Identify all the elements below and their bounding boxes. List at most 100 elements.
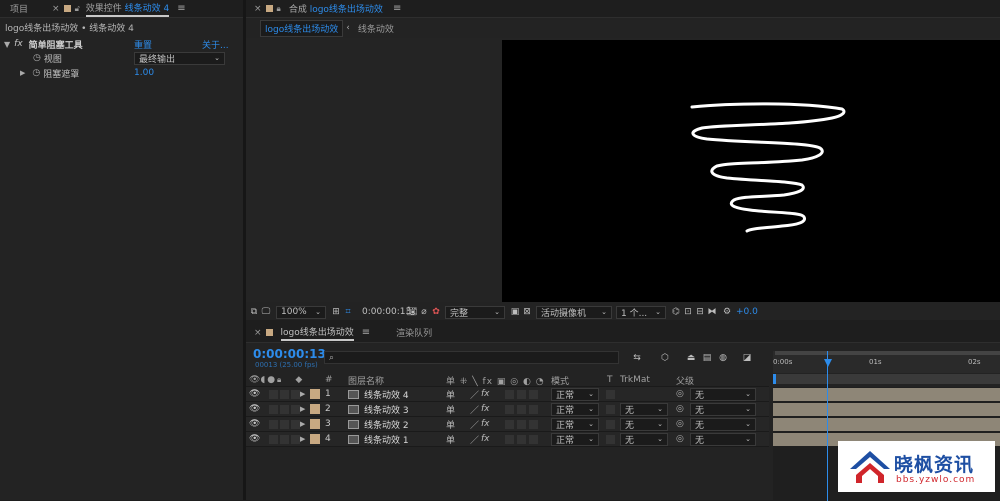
views-dropdown[interactable]: 1 个... ⌄ [616, 305, 666, 319]
switch-shy-icon[interactable]: 单 [446, 403, 455, 416]
eye-icon[interactable]: 👁︎ [249, 404, 260, 414]
switch-box[interactable] [517, 404, 526, 414]
transparency-grid-icon[interactable]: ⊠ [521, 306, 533, 318]
about-link[interactable]: 关于... [202, 38, 229, 51]
table-row[interactable]: 👁︎ ▶ 4 线条动效 1 单 ／ fx 正常 ⌄ 无 ⌄ ◎ 无 ⌄ [246, 432, 769, 447]
layer-icon[interactable]: ⊟ [694, 306, 706, 318]
trkmat-dropdown[interactable]: 无 ⌄ [620, 432, 668, 446]
solo-icon[interactable]: ● [267, 375, 275, 385]
close-icon[interactable]: × [254, 328, 262, 338]
switch-box[interactable] [529, 389, 538, 399]
subtab-comp-active[interactable]: logo线条出场动效 [260, 19, 344, 37]
audio-toggle[interactable] [269, 389, 279, 399]
timeline-timecode[interactable]: 0:00:00:13 [253, 347, 326, 361]
camera-dropdown[interactable]: 活动摄像机 ⌄ [536, 305, 612, 319]
tab-composition[interactable]: 合成 logo线条出场动效 [289, 2, 383, 15]
switch-quality-icon[interactable]: ／ [470, 403, 479, 416]
exposure-icon[interactable]: ⚙︎ [721, 306, 733, 318]
switch-shy-icon[interactable]: 单 [446, 388, 455, 401]
audio-icon[interactable]: ◖ [260, 375, 265, 385]
mode-dropdown[interactable]: 正常 ⌄ [551, 402, 599, 416]
parent-dropdown[interactable]: 无 ⌄ [690, 432, 756, 446]
preserve-transparency-toggle[interactable] [606, 434, 615, 444]
header-mode[interactable]: 模式 [551, 374, 569, 387]
table-row[interactable]: 👁︎ ▶ 1 线条动效 4 单 ／ fx 正常 ⌄ ◎ 无 ⌄ [246, 387, 769, 402]
switch-fx-icon[interactable]: fx [481, 419, 490, 429]
show-snapshot-icon[interactable]: ⌀ [418, 306, 430, 318]
pickwhip-icon[interactable]: ◎ [676, 434, 684, 444]
color-channels-icon[interactable]: ✿ [430, 306, 442, 318]
layer-bar-1[interactable] [773, 388, 1000, 401]
fx-icon[interactable]: fx [14, 39, 23, 49]
solo-toggle[interactable] [280, 389, 290, 399]
panel-menu-icon[interactable]: ≡ [393, 3, 401, 14]
switch-box[interactable] [529, 419, 538, 429]
current-time-indicator[interactable] [827, 351, 828, 501]
panel-menu-icon[interactable]: ≡ [362, 327, 370, 338]
label-icon[interactable]: ◆ [295, 375, 302, 385]
draft-3d-icon[interactable]: ⬡ [659, 352, 671, 364]
close-icon[interactable]: × [52, 4, 60, 14]
layer-name[interactable]: 线条动效 2 [364, 418, 409, 431]
solo-toggle[interactable] [280, 434, 290, 444]
panel-menu-icon[interactable]: ≡ [177, 3, 185, 14]
monitor-icon[interactable]: 🖵︎ [260, 306, 272, 318]
eye-icon[interactable]: 👁︎ [249, 389, 260, 399]
header-layer-name[interactable]: 图层名称 [348, 374, 384, 387]
switch-shy-icon[interactable]: 单 [446, 418, 455, 431]
mask-visibility-icon[interactable]: ⌗ [342, 306, 354, 318]
stopwatch-icon[interactable]: ◷ [33, 53, 41, 63]
switch-box[interactable] [529, 434, 538, 444]
search-input[interactable]: ⌕ [324, 351, 619, 364]
switch-box[interactable] [505, 434, 514, 444]
audio-toggle[interactable] [269, 419, 279, 429]
tab-render-queue[interactable]: 渲染队列 [396, 326, 432, 339]
disclosure-triangle-icon[interactable]: ▶ [300, 435, 305, 443]
chevron-left-icon[interactable]: ‹ [346, 23, 350, 33]
close-icon[interactable]: × [254, 4, 262, 14]
fast-previews-icon[interactable]: ▣ [509, 306, 521, 318]
layer-bar-3[interactable] [773, 418, 1000, 431]
label-color-swatch[interactable] [310, 389, 320, 399]
shy-layers-icon[interactable]: ⏏︎ [685, 352, 697, 364]
effect-name[interactable]: 简单阻塞工具 [29, 38, 83, 51]
reset-exposure-icon[interactable]: ⊡ [682, 306, 694, 318]
disclosure-triangle-icon[interactable]: ▼ [4, 40, 10, 49]
audio-toggle[interactable] [269, 404, 279, 414]
solo-toggle[interactable] [280, 404, 290, 414]
graph-editor-icon[interactable]: ◪ [741, 352, 753, 364]
table-row[interactable]: 👁︎ ▶ 3 线条动效 2 单 ／ fx 正常 ⌄ 无 ⌄ ◎ 无 ⌄ [246, 417, 769, 432]
trkmat-dropdown[interactable]: 无 ⌄ [620, 417, 668, 431]
timecode-field[interactable]: 0:00:00:13 [358, 305, 411, 319]
eye-icon[interactable]: 👁︎ [249, 434, 260, 444]
disclosure-triangle-icon[interactable]: ▶ [300, 390, 305, 398]
switch-box[interactable] [517, 389, 526, 399]
switch-box[interactable] [517, 419, 526, 429]
switch-fx-icon[interactable]: fx [481, 434, 490, 444]
preserve-transparency-toggle[interactable] [606, 419, 615, 429]
switch-quality-icon[interactable]: ／ [470, 433, 479, 446]
layer-name[interactable]: 线条动效 1 [364, 433, 409, 446]
switch-box[interactable] [505, 389, 514, 399]
time-ruler[interactable]: 0:00s 01s 02s [773, 351, 1000, 373]
camera-snapshot-icon[interactable]: 📷︎ [406, 306, 418, 318]
stopwatch-icon[interactable]: ◷ [32, 68, 40, 78]
trkmat-dropdown[interactable]: 无 ⌄ [620, 402, 668, 416]
disclosure-triangle-icon[interactable]: ▶ [300, 405, 305, 413]
pickwhip-icon[interactable]: ◎ [676, 419, 684, 429]
switch-box[interactable] [505, 404, 514, 414]
grid-icon[interactable]: ⊞ [330, 306, 342, 318]
parent-dropdown[interactable]: 无 ⌄ [690, 387, 756, 401]
disclosure-triangle-icon[interactable]: ▶ [20, 69, 25, 77]
view-dropdown[interactable]: 最终输出 ⌄ [134, 51, 225, 65]
reset-link[interactable]: 重置 [134, 38, 152, 51]
preserve-transparency-toggle[interactable] [606, 389, 615, 399]
choke-value[interactable]: 1.00 [134, 68, 154, 78]
parent-dropdown[interactable]: 无 ⌄ [690, 402, 756, 416]
mode-dropdown[interactable]: 正常 ⌄ [551, 417, 599, 431]
tab-timeline-comp[interactable]: logo线条出场动效 [280, 325, 354, 341]
comp-canvas[interactable] [502, 40, 1000, 302]
tab-effect-controls[interactable]: 效果控件 线条动效 4 [85, 1, 170, 17]
switch-quality-icon[interactable]: ／ [470, 388, 479, 401]
pickwhip-icon[interactable]: ◎ [676, 404, 684, 414]
